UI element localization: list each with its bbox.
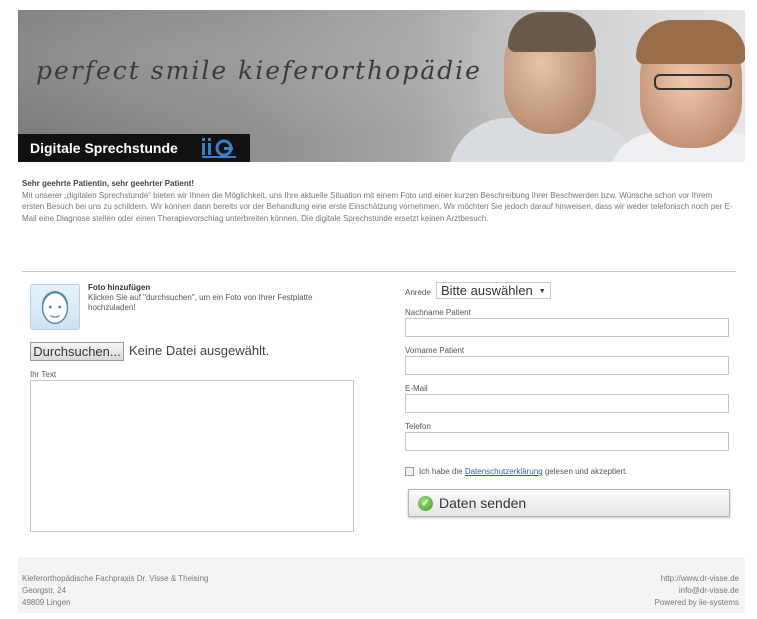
- firstname-input[interactable]: [405, 356, 729, 375]
- consent-label: Ich habe die Datenschutzerklärung gelese…: [419, 467, 628, 476]
- footer-city: 49809 Lingen: [22, 598, 71, 607]
- submit-label: Daten senden: [439, 495, 527, 511]
- phone-label: Telefon: [405, 422, 431, 431]
- consent-prefix: Ich habe die: [419, 467, 465, 476]
- submit-button[interactable]: ✓ Daten senden: [408, 489, 730, 517]
- divider: [22, 271, 736, 272]
- file-status: Keine Datei ausgewählt.: [129, 343, 270, 358]
- lastname-label: Nachname Patient: [405, 308, 471, 317]
- message-textarea[interactable]: [30, 380, 354, 532]
- intro-title: Sehr geehrte Patientin, sehr geehrter Pa…: [22, 179, 195, 188]
- footer-street: Georgstr. 24: [22, 586, 67, 595]
- privacy-policy-link[interactable]: Datenschutzerklärung: [465, 467, 543, 476]
- photo-upload-hint: Klicken Sie auf "durchsuchen", um ein Fo…: [88, 293, 313, 312]
- intro-text: Mit unserer „digitalen Sprechstunde“ bie…: [22, 190, 733, 223]
- consent-suffix: gelesen und akzeptiert.: [542, 467, 628, 476]
- doctor-2-hair: [636, 20, 745, 64]
- lastname-input[interactable]: [405, 318, 729, 337]
- footer-website-link[interactable]: http://www.dr-visse.de: [655, 573, 739, 585]
- email-label: E-Mail: [405, 384, 428, 393]
- footer-powered-by: Powered by iie-systems: [654, 598, 739, 607]
- salutation-select[interactable]: Bitte auswählen ▼: [436, 282, 551, 299]
- firstname-label: Vorname Patient: [405, 346, 465, 355]
- footer: Kieferorthopädische Fachpraxis Dr. Visse…: [18, 557, 745, 613]
- photo-upload-title: Foto hinzufügen: [88, 283, 151, 292]
- face-placeholder-icon: [30, 284, 80, 330]
- footer-contact: http://www.dr-visse.de info@dr-visse.de …: [655, 573, 739, 609]
- footer-address: Kieferorthopädische Fachpraxis Dr. Visse…: [22, 573, 208, 609]
- salutation-value: Bitte auswählen: [441, 283, 533, 298]
- header-banner: perfect smile kieferorthopädie Digitale …: [18, 10, 745, 162]
- message-label: Ihr Text: [30, 370, 57, 379]
- doctor-2-glasses: [654, 74, 732, 90]
- browse-file-button[interactable]: Durchsuchen...: [30, 342, 124, 361]
- section-banner: Digitale Sprechstunde: [18, 134, 250, 162]
- ii-systems-logo: [202, 138, 236, 158]
- caret-down-icon: ▼: [538, 288, 546, 296]
- footer-email-link[interactable]: info@dr-visse.de: [655, 585, 739, 597]
- checkmark-icon: ✓: [418, 496, 433, 511]
- site-title: perfect smile kieferorthopädie: [36, 56, 482, 85]
- email-input[interactable]: [405, 394, 729, 413]
- salutation-label: Anrede: [405, 288, 431, 297]
- footer-practice-name: Kieferorthopädische Fachpraxis Dr. Visse…: [22, 574, 209, 583]
- intro-section: Sehr geehrte Patientin, sehr geehrter Pa…: [22, 178, 736, 224]
- banner-label: Digitale Sprechstunde: [30, 140, 178, 156]
- doctor-1-hair: [508, 12, 596, 52]
- phone-input[interactable]: [405, 432, 729, 451]
- consent-checkbox[interactable]: [405, 467, 414, 476]
